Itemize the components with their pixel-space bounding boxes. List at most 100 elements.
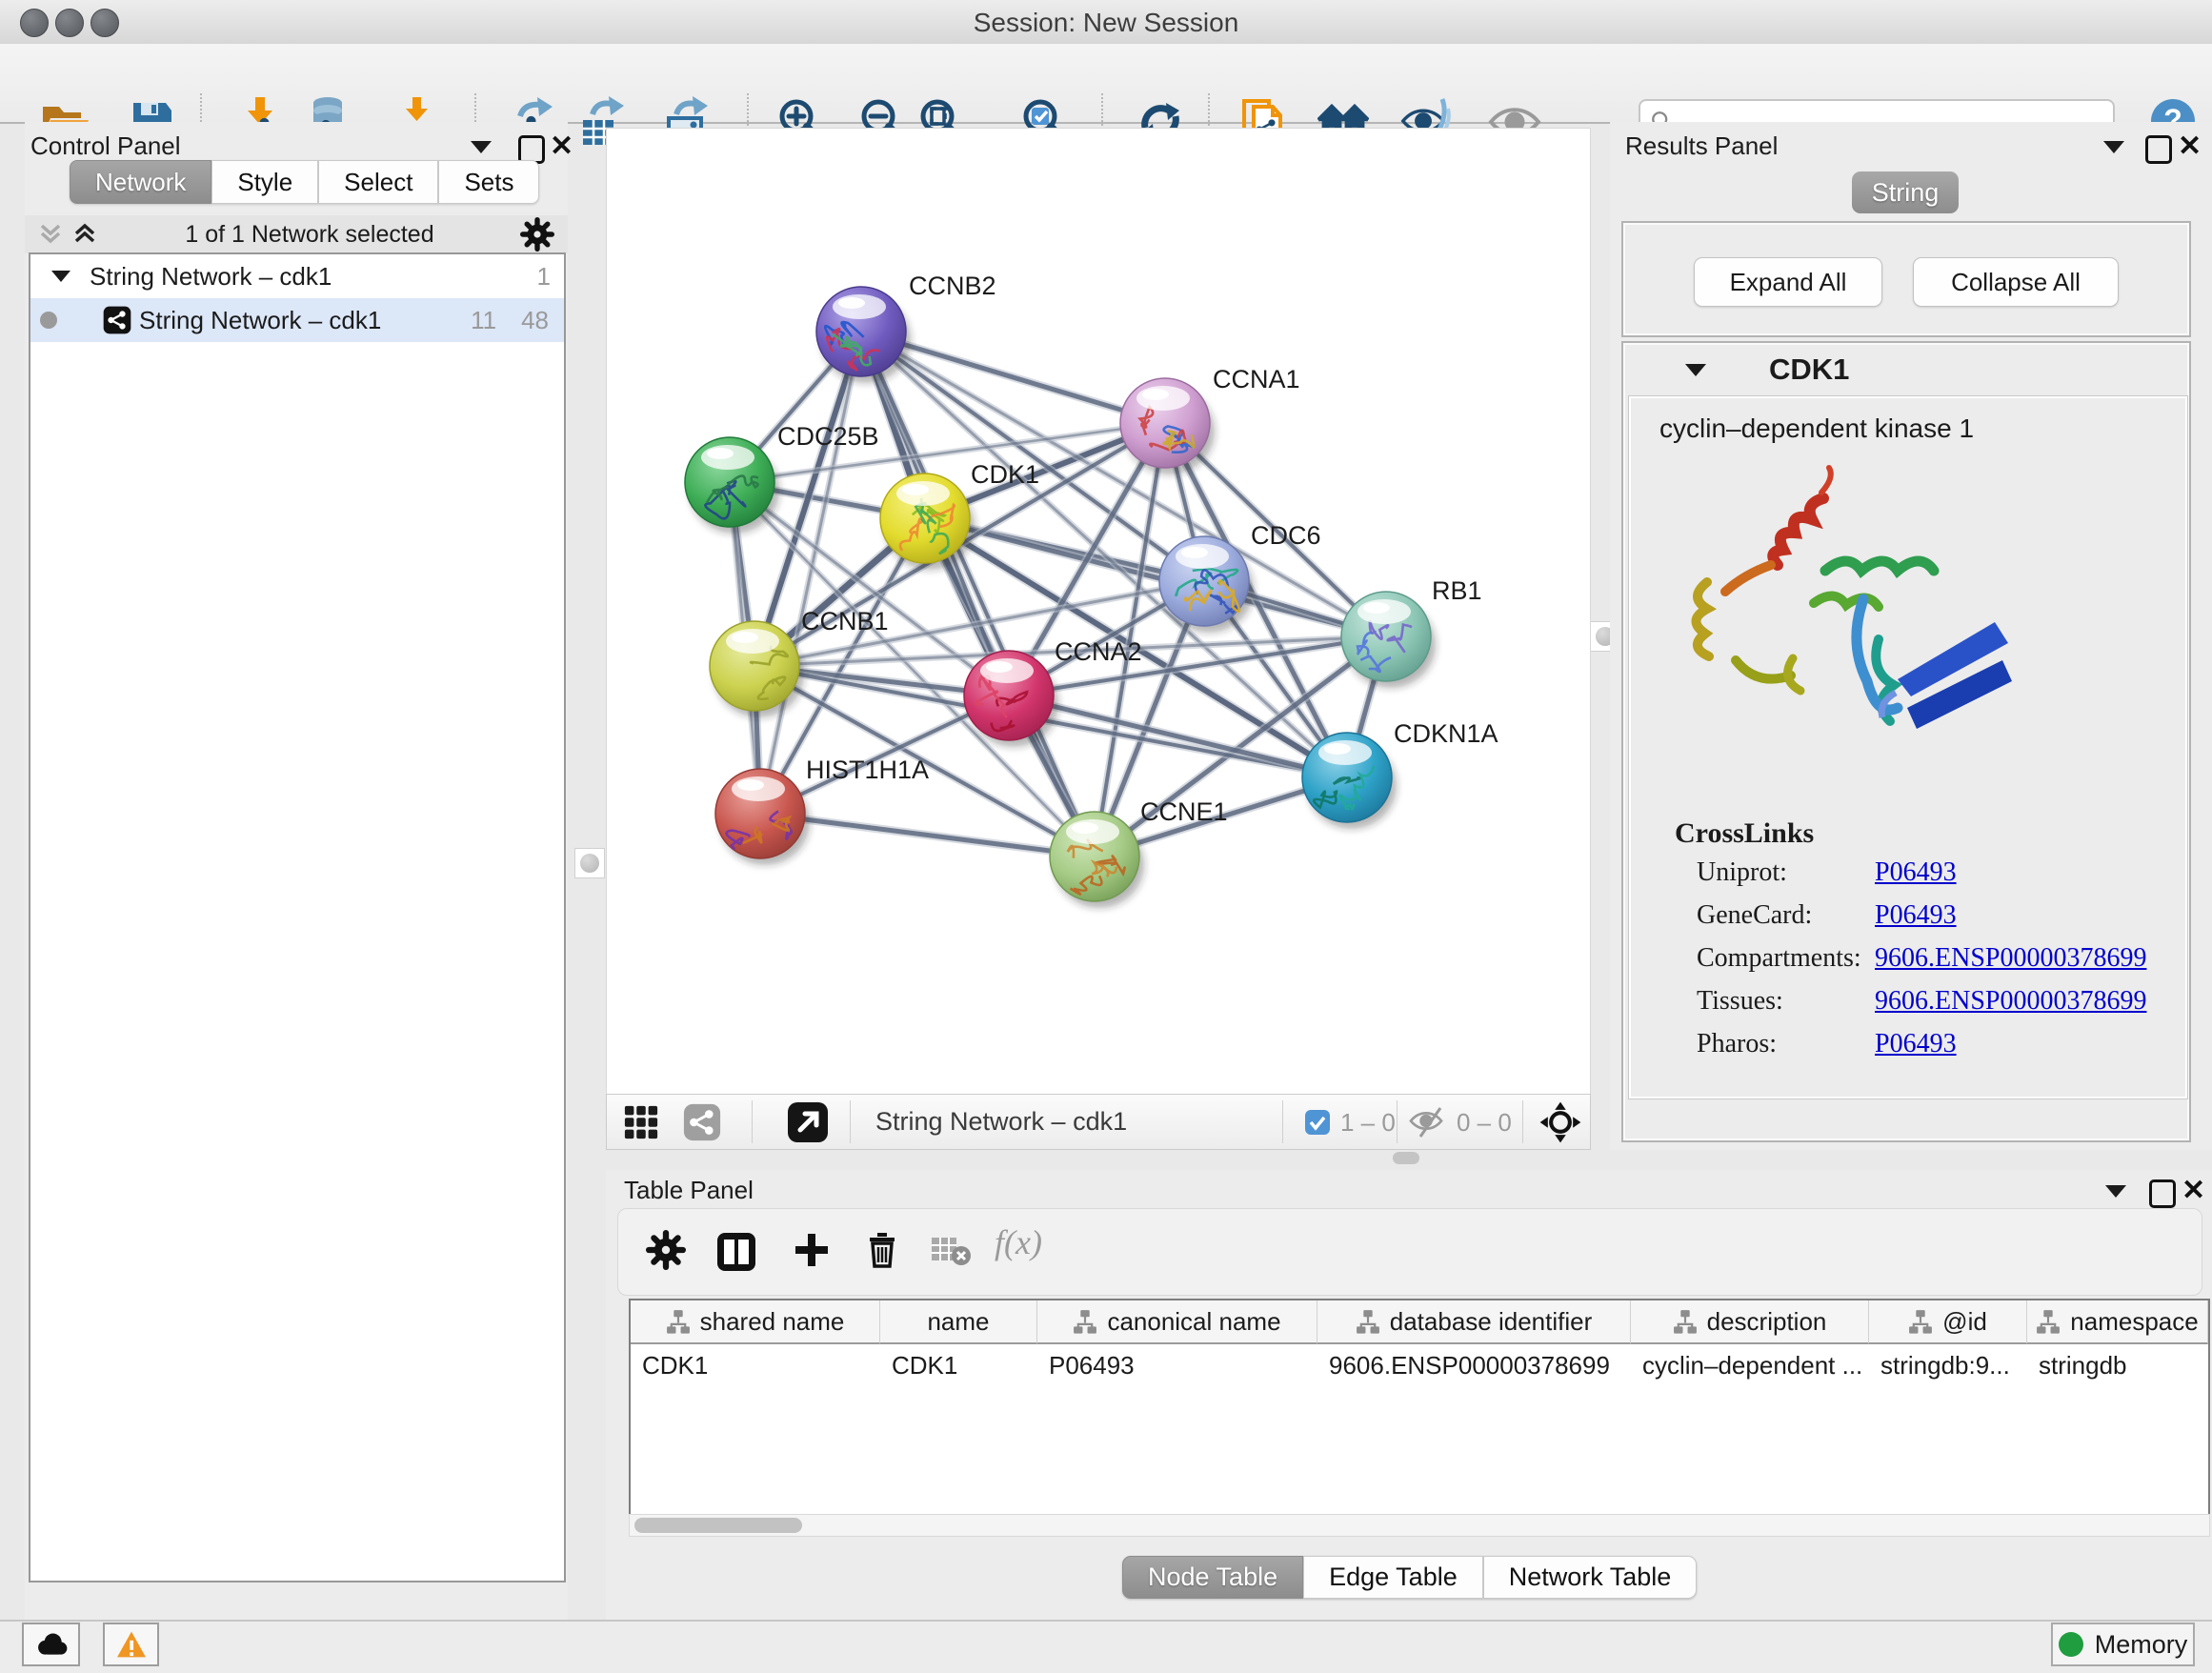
results-panel-menu-icon[interactable] <box>2103 141 2124 153</box>
table-tabs: Node TableEdge TableNetwork Table <box>1122 1556 1697 1599</box>
left-splitter-handle[interactable] <box>574 848 605 878</box>
column-header-name[interactable]: name <box>880 1300 1037 1344</box>
collapse-all-button[interactable]: Collapse All <box>1913 257 2119 307</box>
table-toolbar: f(x) <box>617 1208 2202 1296</box>
tab-select[interactable]: Select <box>318 160 438 204</box>
network-node-CDKN1A[interactable]: CDKN1A <box>1302 719 1498 829</box>
table-cell[interactable]: stringdb <box>2027 1344 2208 1386</box>
column-label: canonical name <box>1107 1307 1280 1337</box>
table-panel-float-icon[interactable] <box>2149 1179 2176 1208</box>
node-label-CDK1: CDK1 <box>971 460 1039 489</box>
column-header-namespace[interactable]: namespace <box>2027 1300 2208 1344</box>
table-cell[interactable]: CDK1 <box>880 1344 1037 1386</box>
column-header-@id[interactable]: @id <box>1869 1300 2027 1344</box>
table-settings-gear-icon[interactable] <box>646 1230 686 1270</box>
crosslink-link[interactable]: 9606.ENSP00000378699 <box>1875 986 2146 1017</box>
control-panel-close-icon[interactable]: ✕ <box>550 130 573 163</box>
protein-structure-image <box>1680 454 2033 768</box>
column-header-canonical-name[interactable]: canonical name <box>1037 1300 1317 1344</box>
tab-node-table[interactable]: Node Table <box>1122 1556 1303 1599</box>
toolbar-separator <box>752 1100 753 1143</box>
expand-all-icon[interactable] <box>70 220 99 249</box>
crosslink-link[interactable]: P06493 <box>1875 857 1957 888</box>
tab-edge-table[interactable]: Edge Table <box>1303 1556 1483 1599</box>
node-label-CCNA1: CCNA1 <box>1213 365 1300 393</box>
crosslink-link[interactable]: 9606.ENSP00000378699 <box>1875 943 2146 974</box>
gene-description: cyclin–dependent kinase 1 <box>1659 413 1974 444</box>
warning-icon <box>115 1630 148 1659</box>
collapse-all-icon[interactable] <box>36 220 65 249</box>
warnings-button[interactable] <box>103 1623 159 1666</box>
tab-style[interactable]: Style <box>211 160 318 204</box>
column-type-icon <box>1908 1309 1933 1334</box>
table-cell[interactable]: stringdb:9... <box>1869 1344 2027 1386</box>
crosslink-row: Tissues:9606.ENSP00000378699 <box>1631 986 2185 1029</box>
control-panel: Control Panel ✕ NetworkStyleSelectSets 1… <box>25 122 568 1620</box>
network-edge-HIST1H1A-CCNE1[interactable] <box>760 814 1095 857</box>
table-horizontal-scrollbar[interactable] <box>629 1514 2210 1537</box>
column-type-icon <box>1673 1309 1698 1334</box>
gene-collapse-icon[interactable] <box>1685 364 1706 376</box>
column-label: shared name <box>700 1307 845 1337</box>
table-panel-title: Table Panel <box>624 1176 754 1205</box>
grid-view-icon[interactable] <box>623 1104 659 1140</box>
memory-label: Memory <box>2095 1630 2188 1660</box>
tab-network[interactable]: Network <box>70 160 211 204</box>
node-label-CCNB2: CCNB2 <box>909 272 996 300</box>
show-columns-icon[interactable] <box>714 1230 758 1274</box>
network-node-CCNA1[interactable]: CCNA1 <box>1120 365 1300 474</box>
memory-button[interactable]: Memory <box>2051 1623 2195 1666</box>
table-panel-close-icon[interactable]: ✕ <box>2182 1174 2205 1207</box>
gene-name: CDK1 <box>1769 353 1849 387</box>
crosslink-link[interactable]: P06493 <box>1875 1029 1957 1059</box>
network-node-RB1[interactable]: RB1 <box>1341 576 1482 688</box>
hidden-elements-icon <box>1409 1106 1449 1139</box>
memory-status-dot <box>2059 1632 2083 1657</box>
tab-network-table[interactable]: Network Table <box>1483 1556 1698 1599</box>
birds-eye-view-icon[interactable] <box>787 1101 829 1143</box>
crosslink-label: Compartments: <box>1697 943 1861 974</box>
gene-entry-content: cyclin–dependent kinase 1 <box>1629 396 2187 1099</box>
table-cell[interactable]: P06493 <box>1037 1344 1317 1386</box>
tab-sets[interactable]: Sets <box>438 160 539 204</box>
network-row[interactable]: String Network – cdk1 11 48 <box>30 298 564 342</box>
network-collection-row[interactable]: String Network – cdk1 1 <box>30 254 564 298</box>
column-type-icon <box>1073 1309 1097 1334</box>
crosslink-link[interactable]: P06493 <box>1875 900 1957 931</box>
fit-content-crosshair-icon[interactable] <box>1538 1100 1582 1144</box>
delete-column-trash-icon[interactable] <box>862 1230 902 1270</box>
table-data-row[interactable]: CDK1CDK1P064939606.ENSP00000378699cyclin… <box>631 1344 2208 1386</box>
network-options-gear-icon[interactable] <box>520 217 554 252</box>
delete-table-icon <box>930 1230 972 1268</box>
table-panel-menu-icon[interactable] <box>2105 1185 2126 1198</box>
column-header-description[interactable]: description <box>1631 1300 1869 1344</box>
table-cell[interactable]: 9606.ENSP00000378699 <box>1317 1344 1631 1386</box>
network-canvas[interactable]: CCNB2CCNA1CDC25BCDK1CDC6RB1CCNB1CCNA2CDK… <box>606 128 1591 1096</box>
node-table[interactable]: shared name name canonical name database id… <box>629 1299 2210 1537</box>
results-panel-float-icon[interactable] <box>2145 135 2172 164</box>
selected-count: 1 – 0 <box>1340 1108 1396 1138</box>
cloud-icon <box>34 1632 69 1657</box>
cloud-status-button[interactable] <box>22 1623 80 1666</box>
toolbar-separator <box>1397 1100 1398 1143</box>
table-cell[interactable]: cyclin–dependent ... <box>1631 1344 1869 1386</box>
share-view-icon[interactable] <box>683 1103 721 1141</box>
collection-expand-icon[interactable] <box>51 271 70 282</box>
crosslinks-list: Uniprot:P06493GeneCard:P06493Compartment… <box>1631 857 2185 1072</box>
gene-entry-header[interactable]: CDK1 <box>1623 353 2189 387</box>
toolbar-separator <box>1282 1100 1283 1143</box>
scrollbar-thumb[interactable] <box>634 1518 802 1533</box>
table-header-row: shared name name canonical name database id… <box>631 1300 2208 1344</box>
network-graph[interactable]: CCNB2CCNA1CDC25BCDK1CDC6RB1CCNB1CCNA2CDK… <box>607 129 1590 1095</box>
tab-string[interactable]: String <box>1852 171 1959 213</box>
expand-all-button[interactable]: Expand All <box>1694 257 1882 307</box>
control-panel-menu-icon[interactable] <box>471 141 492 153</box>
results-panel-close-icon[interactable]: ✕ <box>2178 130 2202 163</box>
add-column-icon[interactable] <box>792 1230 832 1270</box>
table-cell[interactable]: CDK1 <box>631 1344 880 1386</box>
column-header-database-identifier[interactable]: database identifier <box>1317 1300 1631 1344</box>
column-header-shared-name[interactable]: shared name <box>631 1300 880 1344</box>
window-titlebar: Session: New Session <box>0 0 2212 45</box>
horizontal-splitter-handle[interactable] <box>1393 1152 1419 1164</box>
network-node-HIST1H1A[interactable]: HIST1H1A <box>715 756 929 865</box>
